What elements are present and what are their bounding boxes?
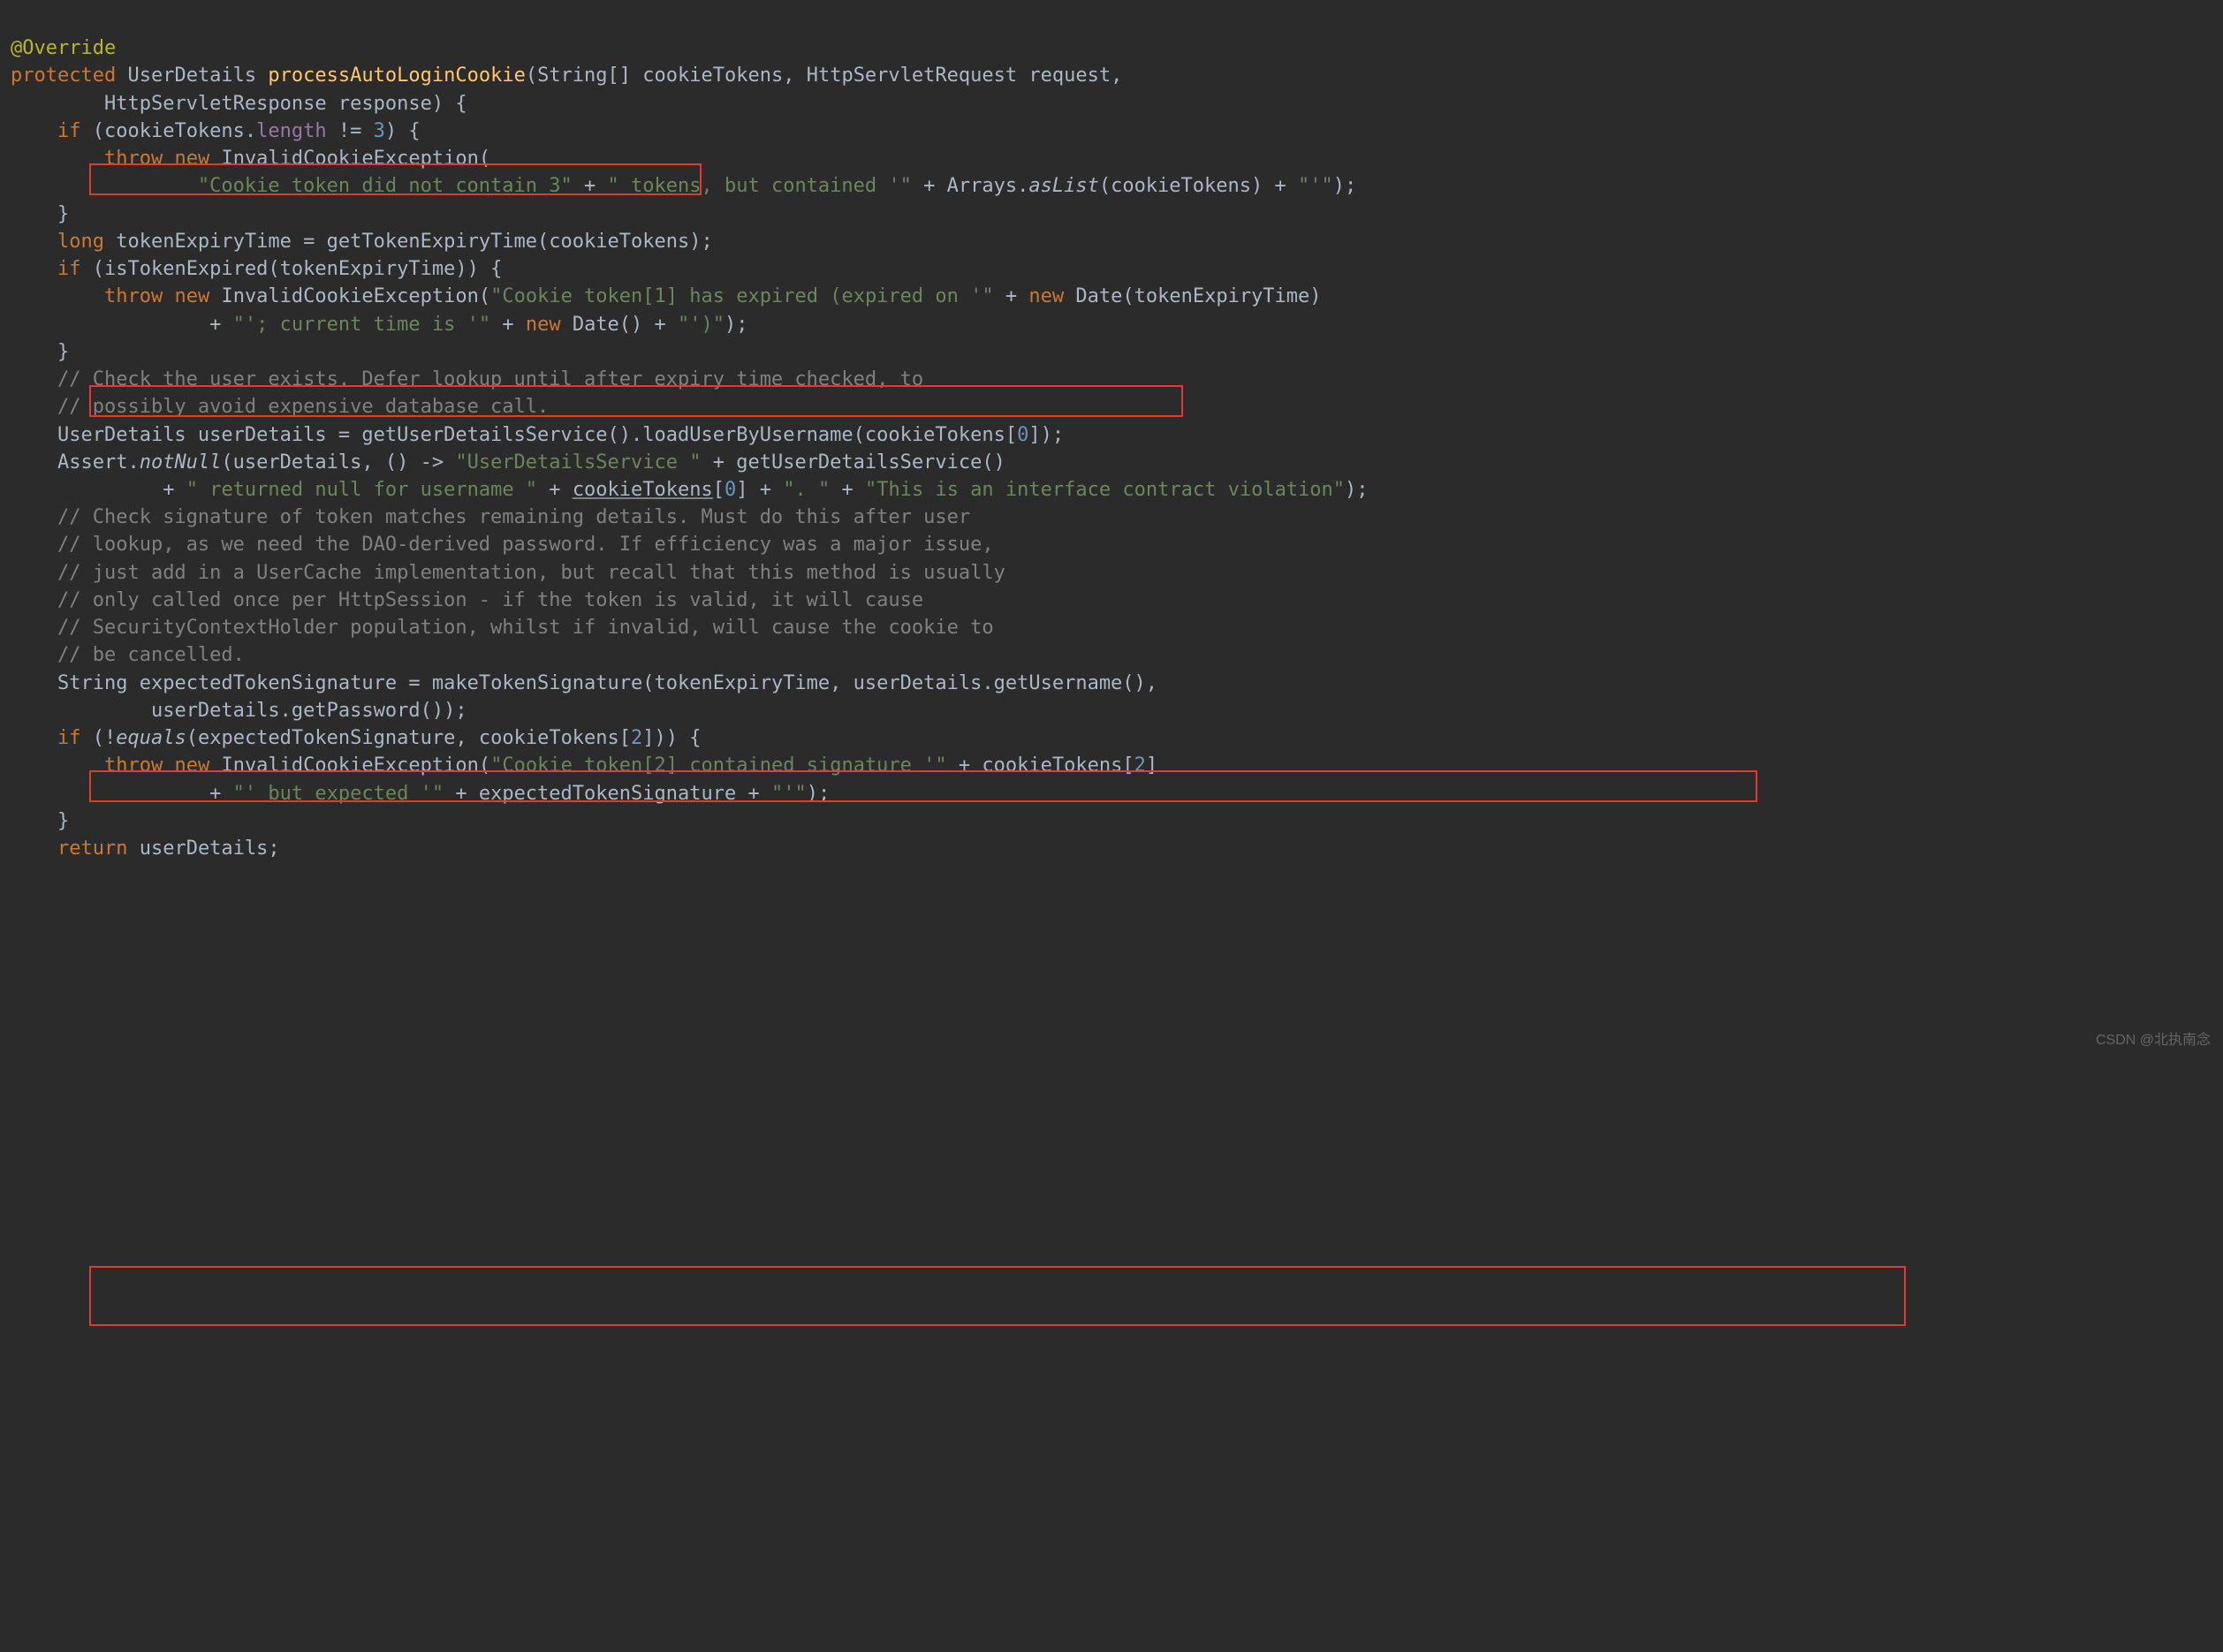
type-userdetails: UserDetails — [57, 424, 186, 446]
watermark: CSDN @北执南念 — [2096, 1031, 2211, 1051]
kw-throw: throw — [104, 148, 163, 170]
if3c: ])) { — [642, 727, 701, 749]
plus: + — [573, 175, 608, 197]
method-name: processAutoLoginCookie — [268, 64, 525, 87]
kw-protected: protected — [11, 64, 116, 87]
token-expiry-line: tokenExpiryTime = getTokenExpiryTime(coo… — [104, 231, 713, 253]
comment-5: // just add in a UserCache implementatio… — [57, 562, 1005, 584]
kw-if: if — [57, 727, 81, 749]
str-1: "Cookie token did not contain 3" — [198, 175, 573, 197]
if-expr2: (isTokenExpired(tokenExpiryTime)) { — [80, 258, 502, 280]
close-brace: } — [57, 810, 69, 832]
plus: + — [151, 479, 186, 501]
if3a: (! — [80, 727, 116, 749]
kw-new: new — [174, 148, 209, 170]
plus: + — [830, 479, 865, 501]
num-0: 0 — [725, 479, 736, 501]
str-6: "')" — [678, 314, 725, 336]
if3b: (expectedTokenSignature, cookieTokens[ — [186, 727, 631, 749]
kw-if: if — [57, 258, 81, 280]
str-10: "This is an interface contract violation… — [865, 479, 1345, 501]
str-4: "Cookie token[1] has expired (expired on… — [490, 285, 994, 307]
comment-1: // Check the user exists. Defer lookup u… — [57, 368, 923, 390]
str-11: "Cookie token[2] contained signature '" — [490, 754, 947, 777]
equals: equals — [116, 727, 186, 749]
plus: + — [490, 314, 526, 336]
kw-return: return — [57, 837, 127, 860]
str-5: "'; current time is '" — [233, 314, 490, 336]
plus: + — [198, 314, 233, 336]
if-expr-a: (cookieTokens. — [80, 120, 256, 142]
get-ud-svc: + getUserDetailsService() — [701, 451, 1005, 474]
type-userdetails: UserDetails — [127, 64, 256, 87]
plus: + — [198, 783, 233, 805]
close-brace: } — [57, 203, 69, 225]
return-ud: userDetails; — [127, 837, 279, 860]
bracket: ]); — [1028, 424, 1064, 446]
comment-3: // Check signature of token matches rema… — [57, 506, 970, 528]
str-3: "'" — [1298, 175, 1333, 197]
arrays-2: (cookieTokens) + — [1099, 175, 1298, 197]
if-expr-c: ) { — [385, 120, 421, 142]
num-3: 3 — [374, 120, 385, 142]
num-2: 2 — [631, 727, 642, 749]
asList: asList — [1028, 175, 1098, 197]
params-line1: (String[] cookieTokens, HttpServletReque… — [526, 64, 1123, 87]
brk3: ] — [1146, 754, 1157, 777]
ctk2: + cookieTokens[ — [947, 754, 1134, 777]
rp: ); — [1345, 479, 1369, 501]
rp: ); — [807, 783, 831, 805]
exp-sig-plus: + expectedTokenSignature + — [444, 783, 771, 805]
plus: + — [537, 479, 573, 501]
kw-throw: throw — [104, 754, 163, 777]
comment-4: // lookup, as we need the DAO-derived pa… — [57, 534, 994, 556]
field-length: length — [256, 120, 326, 142]
rp: ); — [725, 314, 748, 336]
kw-new: new — [174, 754, 209, 777]
arrays: + Arrays. — [912, 175, 1028, 197]
highlight-box-4 — [89, 1266, 1906, 1326]
brk2a: [ — [713, 479, 725, 501]
ud-line: userDetails = getUserDetailsService().lo… — [186, 424, 1017, 446]
str-2: " tokens, but contained '" — [608, 175, 912, 197]
brk2b: ] + — [736, 479, 783, 501]
str-8: " returned null for username " — [186, 479, 537, 501]
comment-8: // be cancelled. — [57, 644, 245, 666]
kw-throw: throw — [104, 285, 163, 307]
type-string: String — [57, 672, 127, 694]
str-7: "UserDetailsService " — [455, 451, 701, 474]
kw-long: long — [57, 231, 104, 253]
new-date: Date(tokenExpiryTime) — [1064, 285, 1321, 307]
comment-6: // only called once per HttpSession - if… — [57, 589, 923, 611]
str-9: ". " — [783, 479, 830, 501]
code-editor[interactable]: @Override protected UserDetails processA… — [0, 0, 2223, 1046]
cookie-tokens: cookieTokens — [573, 479, 713, 501]
num-0: 0 — [1017, 424, 1028, 446]
comment-2: // possibly avoid expensive database cal… — [57, 396, 549, 418]
assert-a: Assert. — [57, 451, 140, 474]
kw-new: new — [174, 285, 209, 307]
num-2: 2 — [1134, 754, 1146, 777]
exp-sig-line1: expectedTokenSignature = makeTokenSignat… — [127, 672, 1157, 694]
kw-new: new — [526, 314, 561, 336]
params-line2: HttpServletResponse response) { — [104, 93, 467, 115]
if-expr-b: != — [327, 120, 374, 142]
close-brace: } — [57, 341, 69, 363]
getpw: userDetails.getPassword()); — [151, 700, 467, 722]
str-13: "'" — [771, 783, 807, 805]
notNull: notNull — [140, 451, 222, 474]
annotation: @Override — [11, 37, 116, 59]
assert-b: (userDetails, () -> — [221, 451, 455, 474]
kw-if: if — [57, 120, 81, 142]
new-date-2: Date() + — [561, 314, 678, 336]
rp: ); — [1333, 175, 1357, 197]
invalid-cookie-exception-2: InvalidCookieException( — [209, 285, 490, 307]
kw-new: new — [1028, 285, 1064, 307]
invalid-cookie-exception: InvalidCookieException( — [209, 148, 490, 170]
invalid-cookie-exception-3: InvalidCookieException( — [209, 754, 490, 777]
plus: + — [994, 285, 1029, 307]
comment-7: // SecurityContextHolder population, whi… — [57, 617, 994, 639]
str-12: "' but expected '" — [233, 783, 444, 805]
